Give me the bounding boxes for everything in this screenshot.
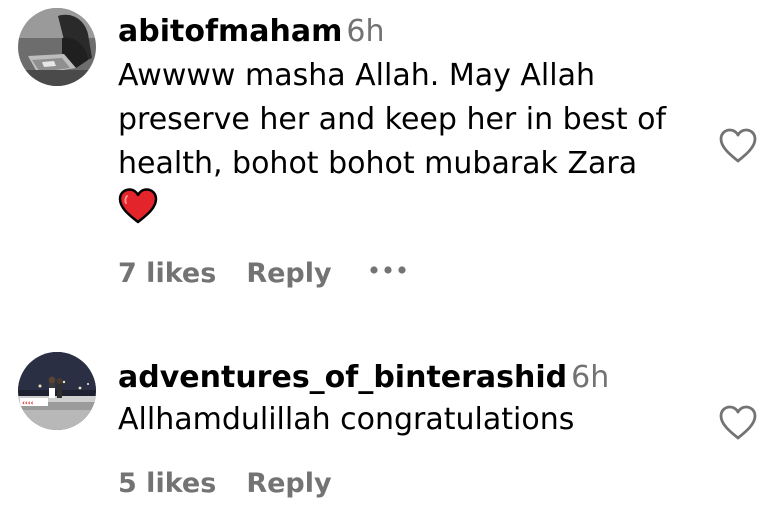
avatar-photo — [18, 8, 96, 86]
heart-outline-icon[interactable] — [718, 405, 758, 441]
comment-actions: 5 likes Reply — [118, 468, 332, 499]
comment-text: Awwww masha Allah. May Allah preserve he… — [118, 58, 667, 181]
timestamp[interactable]: 6h — [346, 14, 384, 49]
reply-button[interactable]: Reply — [246, 468, 331, 499]
likes-count[interactable]: 7 likes — [118, 258, 216, 289]
reply-button[interactable]: Reply — [246, 258, 331, 289]
more-options-icon[interactable] — [366, 255, 410, 285]
red-heart-emoji-icon — [118, 188, 158, 224]
comment-actions: 7 likes Reply — [118, 258, 406, 289]
username[interactable]: abitofmaham — [118, 14, 342, 49]
comment-header: adventures_of_binterashid 6h — [118, 358, 698, 398]
likes-count[interactable]: 5 likes — [118, 468, 216, 499]
comment-body: adventures_of_binterashid 6h Allhamdulill… — [118, 358, 698, 442]
username[interactable]: adventures_of_binterashid — [118, 360, 567, 395]
svg-text:‹‹‹‹: ‹‹‹‹ — [22, 399, 34, 407]
comment-header: abitofmaham 6h — [118, 12, 698, 52]
comment-body: abitofmaham 6h Awwww masha Allah. May All… — [118, 12, 698, 224]
timestamp[interactable]: 6h — [571, 360, 609, 395]
avatar-photo: ‹‹‹‹ — [18, 352, 96, 430]
heart-outline-icon[interactable] — [718, 128, 758, 164]
avatar[interactable]: ‹‹‹‹ — [18, 352, 96, 430]
avatar[interactable] — [18, 8, 96, 86]
comment-text: Allhamdulillah congratulations — [118, 402, 575, 437]
